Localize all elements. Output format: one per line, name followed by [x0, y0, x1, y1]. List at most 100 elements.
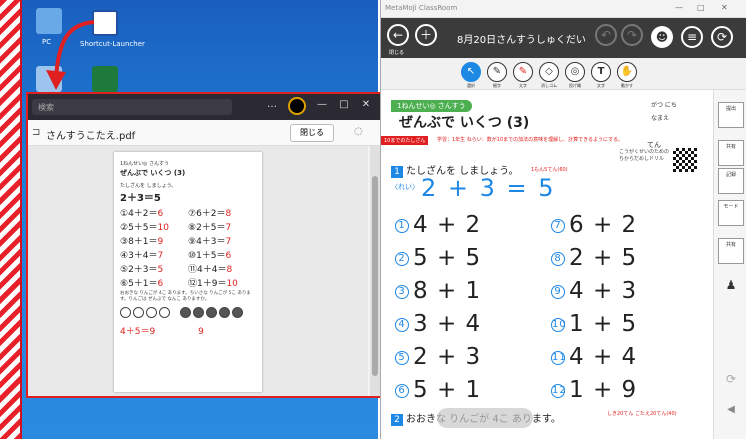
metamoji-window: MetaMoJi ClassRoom — □ ✕ ← 閉じる ＋ 8月20日さん…	[380, 0, 746, 439]
worksheet-meta: 学習：1年生 ねらい：数が10までの加法の意味を理解し、計算できるようにする。	[437, 137, 624, 143]
scrollbar-thumb[interactable]	[372, 176, 378, 376]
users-icon[interactable]: ☻	[651, 26, 673, 48]
profile-icon[interactable]	[288, 97, 306, 115]
lasso-icon[interactable]: ◎	[565, 62, 585, 82]
back-button[interactable]: ←	[387, 24, 409, 46]
problem-item: 121 + 9	[551, 377, 638, 403]
pdf-scrollbar[interactable]	[370, 146, 380, 396]
tool-label: 投げ縄	[569, 83, 581, 88]
pdf-row: ④3＋4＝7	[120, 251, 164, 261]
pdf-section1: たしざんを しましょう。	[120, 183, 177, 189]
minimize-button[interactable]: —	[675, 3, 683, 12]
apple-icon	[232, 307, 243, 318]
select-icon[interactable]: ↖	[461, 62, 481, 82]
text-icon[interactable]: T	[591, 62, 611, 82]
back-label: 閉じる	[389, 50, 405, 56]
tool-label: 動かす	[621, 83, 633, 88]
pdf-row: ⑥5＋1＝6	[120, 279, 164, 289]
pdf-row: ⑦6＋2＝8	[188, 209, 232, 219]
pdf-row: ①4＋2＝6	[120, 209, 164, 219]
problem-item: 65 + 1	[395, 377, 481, 403]
pdf-grade: 1ねんせい◎ さんすう	[120, 161, 170, 167]
note-tag: 10までのたしざん	[381, 136, 429, 145]
menu-icon[interactable]: ≡	[681, 26, 703, 48]
problem-item: 14 + 2	[395, 212, 481, 238]
redo-icon[interactable]: ↷	[621, 24, 643, 46]
pdf-title: ぜんぶで いくつ (3)	[120, 169, 186, 177]
chat-icon[interactable]: ◌	[354, 126, 363, 137]
mm-sidebar: 提出 共有 記録 モード 共有 ♟ ⟳ ◀	[713, 90, 746, 439]
pdf-page: 1ねんせい◎ さんすう ぜんぶで いくつ (3) たしざんを しましょう。 2＋…	[114, 152, 262, 392]
example-equation: 2 + 3 = 5	[421, 174, 556, 202]
name-label: なまえ	[651, 115, 670, 122]
maximize-button[interactable]: □	[336, 99, 352, 110]
pdf-row: ⑫1＋9＝10	[188, 279, 238, 289]
add-page-button[interactable]: ＋	[415, 24, 437, 46]
maximize-button[interactable]: □	[697, 3, 705, 12]
pdf-row: ⑩1＋5＝6	[188, 251, 232, 261]
apple-icon	[133, 307, 144, 318]
apple-icon	[180, 307, 191, 318]
apple-icon	[219, 307, 230, 318]
problem-item: 52 + 3	[395, 344, 481, 370]
pen-icon[interactable]: ✎	[487, 62, 507, 82]
eraser-icon[interactable]: ◇	[539, 62, 559, 82]
more-icon[interactable]: …	[264, 99, 280, 110]
problem-item: 114 + 4	[551, 344, 638, 370]
mm-app-title: MetaMoJi ClassRoom	[385, 4, 458, 12]
problem-item: 101 + 5	[551, 311, 638, 337]
pdf-row: ⑪4＋4＝8	[188, 265, 233, 275]
submit-icon[interactable]: 提出	[718, 102, 744, 128]
share-icon[interactable]: 共有	[718, 140, 744, 166]
section1-points: 1もん5てん(60)	[531, 167, 568, 173]
sync-icon[interactable]: ⟳	[711, 26, 733, 48]
minimize-button[interactable]: —	[314, 99, 330, 110]
problem-item: 94 + 3	[551, 278, 637, 304]
red-arrow	[46, 20, 95, 90]
refresh-icon[interactable]: ⟳	[718, 370, 744, 396]
section-number-icon: 1	[391, 166, 403, 178]
close-window-button[interactable]: ✕	[721, 3, 728, 12]
qr-code-icon	[673, 148, 697, 172]
viewer-toolbar: ⊐ さんすうこたえ.pdf 閉じる ◌	[28, 120, 380, 146]
pdf-close-button[interactable]: 閉じる	[290, 124, 334, 142]
document-title: 8月20日さんすうしゅくだい	[457, 35, 586, 46]
pdf-viewer-window: 検索 … — □ ✕ ⊐ さんすうこたえ.pdf 閉じる ◌ 1ねんせい◎ さん…	[26, 92, 382, 398]
pdf-row: ⑧2＋5＝7	[188, 223, 232, 233]
worksheet-canvas[interactable]: 1ねんせい◎ さんすう ぜんぶで いくつ (3) がつ にち なまえ 10までの…	[381, 90, 711, 439]
page-nav-overlay[interactable]	[437, 408, 533, 428]
apple-icon	[120, 307, 131, 318]
close-window-button[interactable]: ✕	[358, 99, 374, 110]
publisher-logo: こうがくせいのための ちからだめしドリル	[619, 149, 670, 162]
viewer-search-input[interactable]: 検索	[32, 99, 232, 115]
mode-icon[interactable]: モード	[718, 200, 744, 226]
name-box: がつ にち なまえ	[651, 100, 707, 134]
pdf-example: 2＋3＝5	[120, 193, 161, 204]
viewer-titlebar: 検索 … — □ ✕	[28, 94, 380, 120]
worksheet-title: ぜんぶで いくつ (3)	[399, 115, 530, 131]
file-icon: ⊐	[32, 127, 41, 138]
pages-icon[interactable]: 共有	[718, 238, 744, 264]
mm-header: ← 閉じる ＋ 8月20日さんすうしゅくだい ↶ ↷ ☻ ≡ ⟳	[381, 18, 746, 58]
hatched-border	[0, 0, 22, 439]
record-icon[interactable]: 記録	[718, 168, 744, 194]
apple-icon	[159, 307, 170, 318]
section-number-icon: 2	[391, 414, 403, 426]
collapse-icon[interactable]: ◀	[718, 402, 744, 428]
apple-icon	[193, 307, 204, 318]
apple-icon	[146, 307, 157, 318]
tool-label: 太字	[519, 83, 527, 88]
problem-item: 43 + 4	[395, 311, 481, 337]
problem-item: 76 + 2	[551, 212, 637, 238]
hand-icon[interactable]: ✋	[617, 62, 637, 82]
drawing-toolbar: ↖ ✎ ✎ ◇ ◎ T ✋ 選択 細字 太字 消しゴム 投げ縄 文字 動かす	[381, 58, 746, 90]
tool-label: 選択	[467, 83, 475, 88]
tool-label: 細字	[493, 83, 501, 88]
pdf-filename: さんすうこたえ.pdf	[46, 131, 136, 142]
pdf-bottom-formula: 4＋5＝9 9	[120, 327, 204, 337]
marker-icon[interactable]: ✎	[513, 62, 533, 82]
pdf-content-area[interactable]: 1ねんせい◎ さんすう ぜんぶで いくつ (3) たしざんを しましょう。 2＋…	[28, 146, 368, 396]
undo-icon[interactable]: ↶	[595, 24, 617, 46]
user-icon[interactable]: ♟	[718, 276, 744, 302]
problem-item: 25 + 5	[395, 245, 481, 271]
